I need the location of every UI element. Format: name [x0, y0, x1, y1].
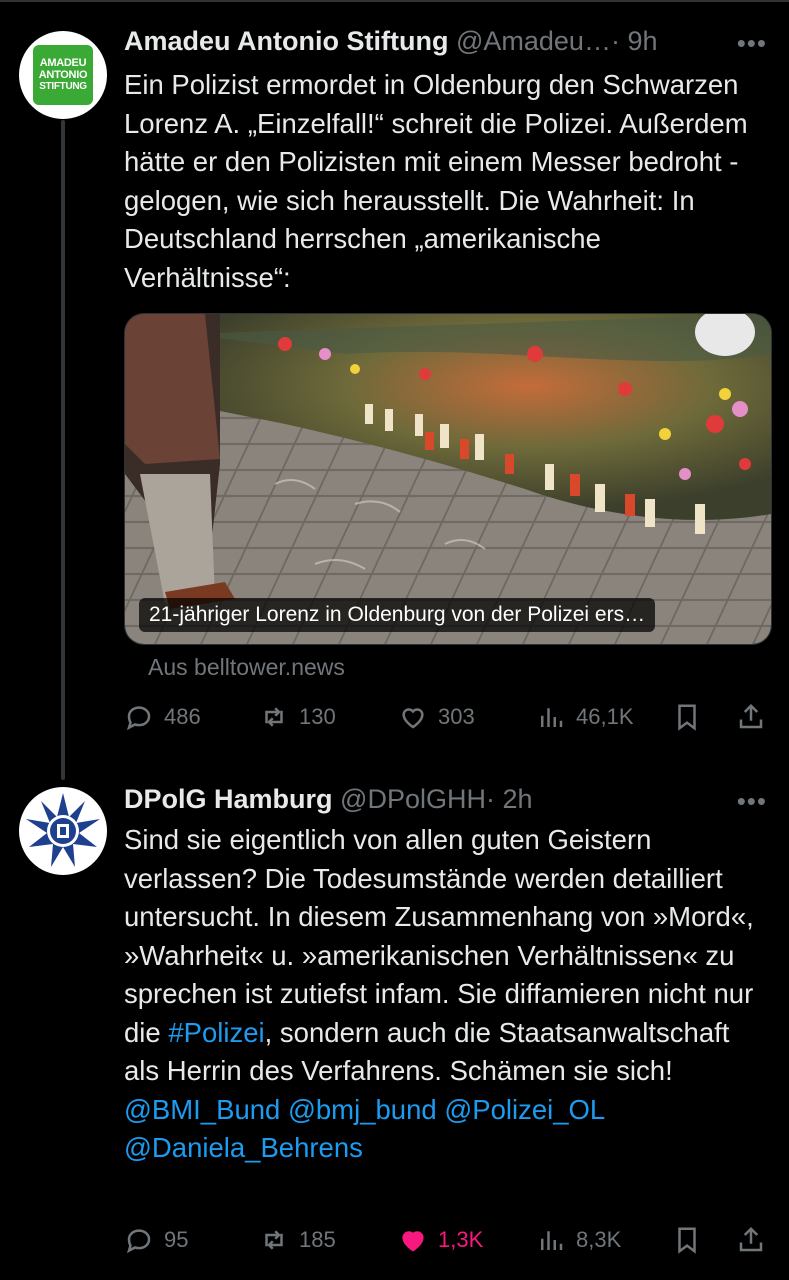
share-icon [739, 703, 763, 729]
reply-button[interactable]: 486 [124, 697, 201, 737]
like-icon [402, 708, 424, 729]
reply-icon [126, 1229, 151, 1254]
like-count: 303 [438, 704, 475, 729]
views-icon [541, 1231, 563, 1250]
share-button[interactable] [736, 697, 766, 737]
views-button[interactable]: 8,3K [536, 1220, 621, 1260]
tweet-time[interactable]: · 2h [486, 784, 533, 814]
like-count: 1,3K [438, 1227, 484, 1252]
reply-button[interactable]: 95 [124, 1220, 188, 1260]
author-handle[interactable]: @DPolGHH [340, 784, 486, 814]
share-icon [739, 1226, 763, 1252]
repost-icon [265, 707, 283, 727]
logo-line: STIFTUNG [39, 81, 87, 92]
mention-link[interactable]: @Polizei_OL [444, 1094, 604, 1125]
bookmark-button[interactable] [672, 697, 702, 737]
repost-button[interactable]: 130 [259, 697, 336, 737]
views-count: 46,1K [576, 704, 634, 729]
views-count: 8,3K [576, 1227, 622, 1252]
bookmark-icon [678, 1227, 696, 1254]
repost-button[interactable]: 185 [259, 1220, 336, 1260]
repost-icon [265, 1230, 283, 1250]
more-options-icon[interactable]: ••• [737, 786, 767, 817]
police-star-logo [26, 793, 100, 867]
author-handle[interactable]: @Amadeu… [456, 26, 611, 56]
author-name[interactable]: DPolG Hamburg [124, 784, 333, 814]
like-button[interactable]: 1,3K [398, 1220, 483, 1260]
tweet-header: DPolG Hamburg @DPolGHH· 2h [124, 784, 533, 815]
tweet-text: Ein Polizist ermordet in Oldenburg den S… [124, 69, 748, 293]
tweet-time[interactable]: · 9h [611, 26, 658, 56]
logo-line: ANTONIO [38, 69, 88, 81]
card-caption[interactable]: 21-jähriger Lorenz in Oldenburg von der … [139, 598, 656, 632]
hashtag-link[interactable]: #Polizei [168, 1017, 264, 1048]
reply-count: 95 [164, 1227, 189, 1252]
like-icon [402, 1231, 424, 1252]
tweet-text: Sind sie eigentlich von allen guten Geis… [124, 821, 764, 1168]
more-options-icon[interactable]: ••• [737, 28, 767, 59]
mention-link[interactable]: @BMI_Bund [124, 1094, 280, 1125]
link-card[interactable]: 21-jähriger Lorenz in Oldenburg von der … [124, 313, 772, 645]
repost-count: 185 [299, 1227, 336, 1252]
repost-count: 130 [299, 704, 336, 729]
tweet-dpolg[interactable]: DPolG Hamburg @DPolGHH· 2h ••• Sind sie … [0, 780, 789, 1280]
memorial-photo [125, 314, 771, 644]
logo-line: AMADEU [39, 57, 87, 69]
bookmark-icon [678, 704, 696, 731]
mention-link[interactable]: @bmj_bund [288, 1094, 437, 1125]
card-source[interactable]: Aus belltower.news [148, 654, 345, 681]
reply-icon [126, 706, 151, 731]
reply-count: 486 [164, 704, 201, 729]
author-name[interactable]: Amadeu Antonio Stiftung [124, 26, 448, 56]
tweet-actions: 95 185 1,3K 8,3K [124, 1220, 770, 1260]
mention-link[interactable]: @Daniela_Behrens [124, 1132, 363, 1163]
tweet-actions: 486 130 303 46,1K [124, 697, 770, 737]
avatar[interactable] [19, 787, 107, 875]
tweet-header: Amadeu Antonio Stiftung @Amadeu…· 9h [124, 26, 657, 57]
like-button[interactable]: 303 [398, 697, 475, 737]
thread-connector [61, 120, 65, 780]
bookmark-button[interactable] [672, 1220, 702, 1260]
views-icon [541, 708, 563, 727]
amadeu-logo: AMADEU ANTONIO STIFTUNG [33, 45, 93, 105]
views-button[interactable]: 46,1K [536, 697, 634, 737]
text-segment: Sind sie eigentlich von allen guten Geis… [124, 824, 754, 1048]
avatar[interactable]: AMADEU ANTONIO STIFTUNG [19, 31, 107, 119]
share-button[interactable] [736, 1220, 766, 1260]
tweet-amadeu[interactable]: AMADEU ANTONIO STIFTUNG Amadeu Antonio S… [0, 0, 789, 780]
